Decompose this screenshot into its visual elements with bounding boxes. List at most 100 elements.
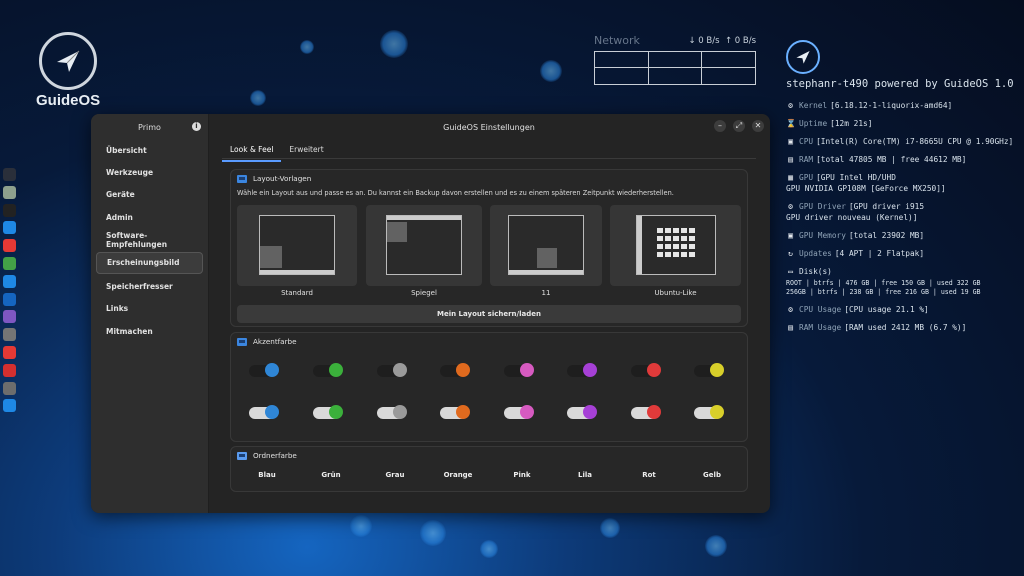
browser-icon[interactable] [3, 221, 16, 235]
accent-swatch [520, 405, 534, 419]
gmem-label: GPU Memory [799, 231, 846, 240]
save-layout-button[interactable]: Mein Layout sichern/laden [237, 305, 741, 323]
layout-description: Wähle ein Layout aus und passe es an. Du… [237, 189, 674, 197]
firefox-icon[interactable] [3, 292, 16, 306]
ram-value: [total 47805 MB | free 44612 MB] [816, 155, 967, 164]
sidebar-item-erscheinungsbild[interactable]: Erscheinungsbild [96, 251, 203, 274]
accent-toggle-dark-6[interactable] [631, 363, 661, 377]
mail-icon[interactable] [3, 310, 16, 324]
close-button[interactable]: ✕ [752, 120, 764, 132]
minimize-button[interactable]: – [714, 120, 726, 132]
folder-color-6[interactable]: Rot [619, 471, 679, 479]
settings-icon[interactable] [3, 256, 16, 270]
folder-color-4[interactable]: Pink [492, 471, 552, 479]
sidebar-item-admin[interactable]: Admin [96, 207, 203, 227]
cpu-usage-value: [CPU usage 21.1 %] [844, 305, 929, 314]
accent-toggle-light-3[interactable] [440, 405, 470, 419]
driver-value: [GPU driver i915 [848, 202, 925, 211]
updates-row: ↻ Updates [4 APT | 2 Flatpak] [786, 248, 1020, 259]
ram-usage-label: RAM Usage [799, 323, 842, 332]
disk-root: ROOT | btrfs | 476 GB | free 150 GB | us… [786, 279, 981, 287]
bokeh-light [705, 535, 727, 557]
accent-toggle-dark-5[interactable] [567, 363, 597, 377]
shield-app-icon[interactable] [3, 363, 16, 377]
chat-icon[interactable] [3, 274, 16, 288]
accent-toggle-dark-2[interactable] [377, 363, 407, 377]
gear-app-icon[interactable] [3, 399, 16, 413]
network-widget: Network ↓ 0 B/s ↑ 0 B/s [594, 34, 756, 85]
accent-toggle-dark-3[interactable] [440, 363, 470, 377]
accent-toggle-light-6[interactable] [631, 405, 661, 419]
accent-toggle-dark-0[interactable] [249, 363, 279, 377]
folder-icon [237, 451, 247, 460]
trash-icon[interactable] [3, 328, 16, 342]
accent-toggle-light-4[interactable] [504, 405, 534, 419]
template-11[interactable] [490, 205, 602, 286]
accent-swatch [710, 363, 724, 377]
files-icon[interactable] [3, 185, 16, 199]
network-rates: ↓ 0 B/s ↑ 0 B/s [688, 36, 756, 47]
accent-swatch [329, 405, 343, 419]
accent-swatch [329, 363, 343, 377]
accent-toggle-dark-7[interactable] [694, 363, 724, 377]
folder-color-5[interactable]: Lila [555, 471, 615, 479]
bokeh-light [600, 518, 620, 538]
network-down: ↓ 0 B/s [688, 36, 720, 46]
sidebar-item-übersicht[interactable]: Übersicht [96, 140, 203, 160]
folder-color-7[interactable]: Gelb [682, 471, 742, 479]
folder-color-3[interactable]: Orange [428, 471, 488, 479]
uptime-value: [12m 21s] [830, 119, 873, 128]
template-standard[interactable] [237, 205, 357, 286]
gmem-value: [total 23902 MB] [848, 231, 925, 240]
template-ubuntu-like[interactable] [610, 205, 741, 286]
window-icon [237, 174, 247, 183]
sidebar-item-links[interactable]: Links [96, 299, 203, 319]
accent-toggle-dark-4[interactable] [504, 363, 534, 377]
bokeh-light [300, 40, 314, 54]
sidebar-item-mitmachen[interactable]: Mitmachen [96, 321, 203, 341]
sidebar-item-werkzeuge[interactable]: Werkzeuge [96, 162, 203, 182]
ram-row: ▤ RAM [total 47805 MB | free 44612 MB] [786, 154, 1020, 165]
gpu-driver-row: ⚙ GPU Driver [GPU driver i915 GPU driver no… [786, 201, 1020, 223]
maximize-button[interactable]: ⤢ [733, 120, 745, 132]
accent-swatch [583, 363, 597, 377]
video-icon[interactable] [3, 239, 16, 253]
accent-toggle-light-5[interactable] [567, 405, 597, 419]
sidebar-item-geräte[interactable]: Geräte [96, 185, 203, 205]
folder-color-1[interactable]: Grün [301, 471, 361, 479]
folder-color-0[interactable]: Blau [237, 471, 297, 479]
terminal-icon[interactable] [3, 203, 16, 217]
gpu-row: ▦ GPU [GPU Intel HD/UHD GPU NVIDIA GP108M [… [786, 172, 1020, 194]
accent-toggle-light-7[interactable] [694, 405, 724, 419]
guideos-icon[interactable] [3, 168, 16, 181]
accent-swatch [647, 363, 661, 377]
kernel-row: ⚙ Kernel [6.18.12-1-liquorix-amd64] [786, 100, 1020, 111]
kernel-value: [6.18.12-1-liquorix-amd64] [830, 101, 953, 110]
accent-swatch [265, 363, 279, 377]
vivaldi-icon[interactable] [3, 345, 16, 359]
gimp-icon[interactable] [3, 381, 16, 395]
cpu-label: CPU [799, 137, 814, 146]
sidebar-item-speicherfresser[interactable]: Speicherfresser [96, 276, 203, 296]
network-up: ↑ 0 B/s [724, 36, 756, 46]
accent-toggle-light-2[interactable] [377, 405, 407, 419]
bokeh-light [250, 90, 266, 106]
info-icon[interactable]: i [192, 122, 201, 131]
accent-swatch [710, 405, 724, 419]
settings-window: Primo i Übersicht Werkzeuge Geräte Admin Sof… [91, 114, 770, 513]
sidebar-item-software-empfehlungen[interactable]: Software-Empfehlungen [96, 230, 203, 250]
cpu-usage-row: ⚙ CPU Usage [CPU usage 21.1 %] [786, 304, 1020, 315]
folder-color-2[interactable]: Grau [365, 471, 425, 479]
accent-swatch [520, 363, 534, 377]
accent-toggle-light-0[interactable] [249, 405, 279, 419]
cpu-usage-label: CPU Usage [799, 305, 842, 314]
accent-swatch [647, 405, 661, 419]
accent-toggle-light-1[interactable] [313, 405, 343, 419]
template-spiegel[interactable] [366, 205, 482, 286]
accent-swatch [456, 405, 470, 419]
disk-row: ▭ Disk(s) ROOT | btrfs | 476 GB | free 150… [786, 266, 1020, 297]
gpu-value-2: GPU NVIDIA GP108M [GeForce MX250]] [786, 184, 946, 193]
ram-usage-row: ▤ RAM Usage [RAM used 2412 MB (6.7 %)] [786, 322, 1020, 333]
refresh-icon: ↻ [788, 249, 793, 258]
accent-toggle-dark-1[interactable] [313, 363, 343, 377]
